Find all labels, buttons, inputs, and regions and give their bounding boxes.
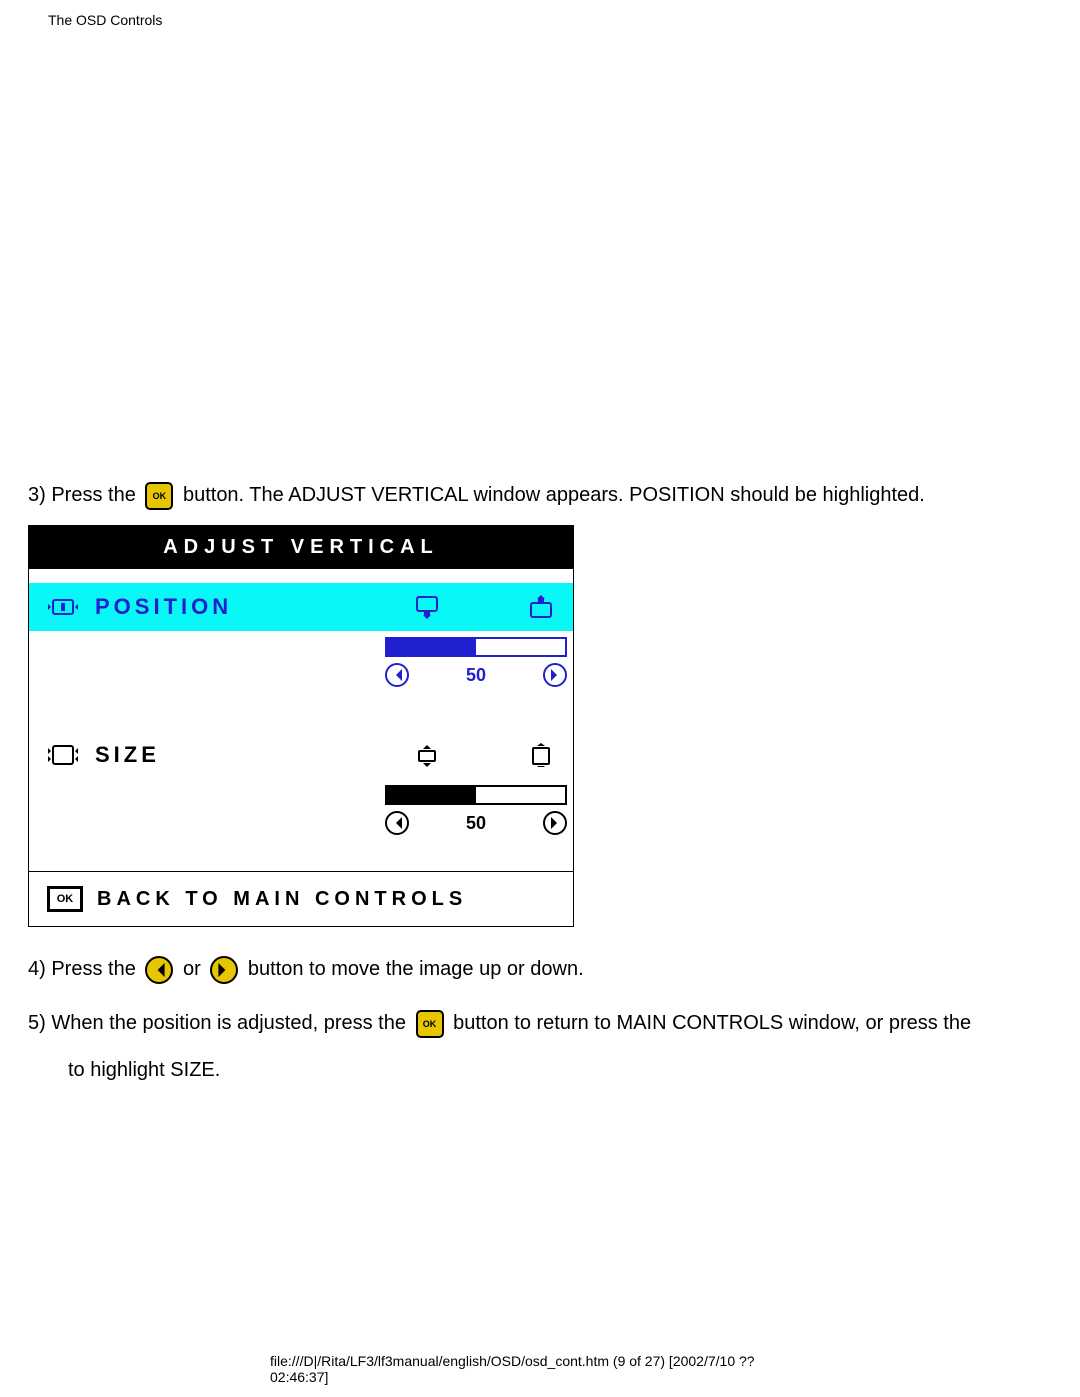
step-4: 4) Press the or button to move the image… bbox=[28, 951, 1052, 987]
step-5-cont: to highlight SIZE. bbox=[28, 1059, 1052, 1082]
position-label: POSITION bbox=[95, 594, 413, 620]
osd-row-position: POSITION bbox=[29, 583, 573, 631]
size-slider-bar bbox=[385, 785, 567, 805]
size-large-icon bbox=[527, 743, 555, 767]
step4-b: or bbox=[183, 958, 206, 980]
osd-row-size: SIZE bbox=[29, 731, 573, 779]
osd-title: ADJUST VERTICAL bbox=[29, 526, 573, 569]
size-slider-fill bbox=[387, 787, 476, 803]
page-footer: file:///D|/Rita/LF3/lf3manual/english/OS… bbox=[270, 1353, 810, 1385]
size-small-icon bbox=[413, 743, 441, 767]
spacer bbox=[29, 569, 573, 583]
right-arrow-icon bbox=[543, 811, 567, 835]
step3-pre: 3) Press the bbox=[28, 484, 141, 506]
position-up-icon bbox=[527, 595, 555, 619]
osd-back-row: BACK TO MAIN CONTROLS bbox=[29, 871, 573, 926]
size-label: SIZE bbox=[95, 742, 413, 768]
back-label: BACK TO MAIN CONTROLS bbox=[97, 888, 467, 911]
step-3: 3) Press the button. The ADJUST VERTICAL… bbox=[28, 477, 1052, 513]
step5-b: button to return to MAIN CONTROLS window… bbox=[453, 1012, 971, 1034]
content: 3) Press the button. The ADJUST VERTICAL… bbox=[28, 477, 1052, 1082]
position-slider-fill bbox=[387, 639, 476, 655]
page-header: The OSD Controls bbox=[0, 0, 1080, 28]
ok-button-icon bbox=[145, 482, 173, 510]
position-slider-bar bbox=[385, 637, 567, 657]
left-button-icon bbox=[145, 956, 173, 984]
size-slider: 50 bbox=[385, 785, 567, 835]
osd-window: ADJUST VERTICAL POSITION 50 bbox=[28, 525, 574, 927]
vertical-size-icon bbox=[47, 742, 79, 768]
left-arrow-icon bbox=[385, 811, 409, 835]
step4-c: button to move the image up or down. bbox=[248, 958, 584, 980]
step5-a: 5) When the position is adjusted, press … bbox=[28, 1012, 412, 1034]
size-value: 50 bbox=[466, 813, 486, 834]
right-arrow-icon bbox=[543, 663, 567, 687]
size-slider-controls: 50 bbox=[385, 811, 567, 835]
ok-icon bbox=[47, 886, 83, 912]
position-value: 50 bbox=[466, 665, 486, 686]
right-button-icon bbox=[210, 956, 238, 984]
left-arrow-icon bbox=[385, 663, 409, 687]
position-slider: 50 bbox=[385, 637, 567, 687]
vertical-position-icon bbox=[47, 594, 79, 620]
step4-a: 4) Press the bbox=[28, 958, 141, 980]
ok-button-icon bbox=[416, 1010, 444, 1038]
step-5: 5) When the position is adjusted, press … bbox=[28, 1005, 1052, 1041]
position-down-icon bbox=[413, 595, 441, 619]
step3-post: button. The ADJUST VERTICAL window appea… bbox=[183, 484, 925, 506]
position-slider-controls: 50 bbox=[385, 663, 567, 687]
